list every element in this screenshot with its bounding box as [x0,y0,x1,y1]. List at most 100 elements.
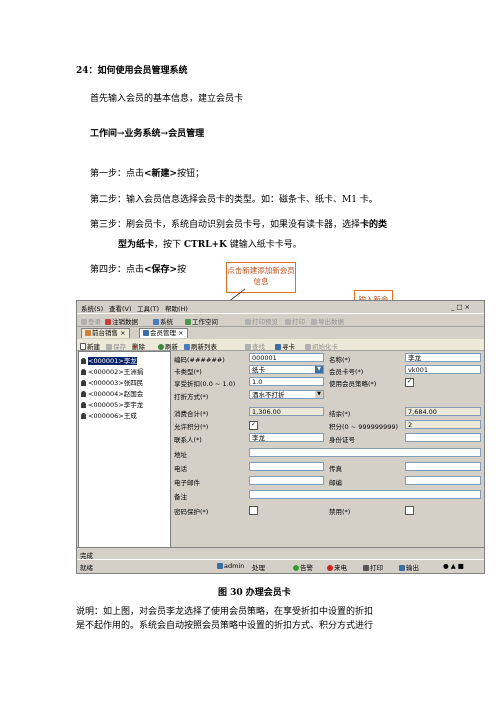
points-field: 2 [405,420,481,429]
list-item[interactable]: <000006>王成 [81,410,137,420]
menu-bar: 系统(S) 查看(V) 工具(T) 帮助(H) _ □ × [77,301,484,313]
chevron-down-icon: ▼ [315,391,323,398]
delete-button[interactable]: ✕ 删除 [132,341,145,351]
member-toolbar: 新建 保存 ✕ 删除 刷新 刷新列表 查找 寻卡 初始化卡 [77,339,484,351]
balance-field: 7,684.00 [405,407,481,416]
phone-label: 电话 [174,465,187,473]
list-item[interactable]: <000001>李龙 [81,355,137,365]
person-icon [81,369,86,375]
note-field[interactable] [249,490,481,499]
points-allow-checkbox[interactable]: ✓ [249,421,258,430]
status-bar-bottom: 就绪 admin 处理 告警 来电 打印 输出 ● ▲ ■ [77,559,484,573]
list-item[interactable]: <000004>赵国会 [81,388,143,398]
fax-field[interactable] [405,462,481,471]
print-status-button[interactable]: 打印 [363,562,383,572]
app-screenshot: 系统(S) 查看(V) 工具(T) 帮助(H) _ □ × 登录 注销数据 系统… [76,300,485,574]
contact-field[interactable]: 李龙 [249,433,324,442]
user-indicator: admin [217,562,244,570]
points-allow-label: 允许积分(*) [174,423,209,431]
seek-card-button[interactable]: 寻卡 [275,341,295,351]
email-label: 电子邮件 [174,479,200,487]
code-field[interactable]: 000001 [249,353,324,362]
email-field[interactable] [249,476,324,485]
workspace-icon [185,319,191,325]
consume-field: 1,306.00 [249,407,324,416]
print-preview-button[interactable]: 打印预览 [245,316,278,326]
delete-icon: ✕ [132,343,138,351]
card-icon [275,344,281,350]
list-item[interactable]: <000002>王洲捐 [81,366,143,376]
discount-field[interactable]: 1.0 [249,377,324,386]
status-bar-top: 完成 [77,547,484,560]
pwd-checkbox[interactable] [249,506,258,515]
zip-field[interactable] [405,476,481,485]
card-no-field[interactable]: vk001 [405,365,481,374]
menu-system[interactable]: 系统(S) [81,303,103,313]
code-label: 编码(######) [174,356,225,364]
name-label: 名称(*) [329,356,351,364]
output-status-button[interactable]: 输出 [399,562,419,572]
zip-label: 邮编 [329,479,342,487]
logout-button[interactable]: 注销数据 [105,316,138,326]
tab-member-management[interactable]: 会员管理 × [139,328,188,338]
card-no-label: 会员卡号(*) [329,368,364,376]
note-label: 备注 [174,493,187,501]
consume-label: 消费合计(*) [174,410,209,418]
print-button[interactable]: 打印 [285,316,305,326]
main-toolbar: 登录 注销数据 系统 工作空间 打印预览 打印 导出数据 [77,313,484,327]
paragraph-line-2: 是不起作用的。系统会自动按照会员策略中设置的折扣方式、积分方式进行 [76,621,374,631]
paragraph-line-1: 说明：如上图，对会员李龙选择了使用会员策略，在享受折扣中设置的折扣 [76,607,374,617]
window-controls[interactable]: _ □ × [451,303,470,311]
preview-icon [245,319,251,325]
new-button[interactable]: 新建 [80,341,100,351]
output-icon [399,565,405,571]
card-type-select[interactable]: 纸卡 ▼ [249,365,324,374]
workspace-button[interactable]: 工作空间 [185,316,218,326]
printer-icon [363,565,369,571]
card-type-label: 卡类型(*) [174,368,202,376]
save-button[interactable]: 保存 [106,341,126,351]
fax-label: 传真 [329,465,342,473]
login-button[interactable]: 登录 [81,316,101,326]
system-button[interactable]: 系统 [153,316,173,326]
disabled-checkbox[interactable] [405,506,414,515]
new-icon [80,343,86,350]
person-icon [81,402,86,408]
address-label: 地址 [174,451,187,459]
find-icon [245,344,251,350]
person-icon [81,391,86,397]
phone-field[interactable] [249,462,324,471]
menu-view[interactable]: 查看(V) [109,303,132,313]
printer-icon [285,319,291,325]
person-icon [81,413,86,419]
address-field[interactable] [249,448,481,457]
mode-label: 打折方式(*) [174,393,209,401]
phone-icon [327,565,333,571]
list-item[interactable]: <000005>李宇龙 [81,399,143,409]
refresh-button[interactable]: 刷新 [158,341,178,351]
points-label: 积分(0 ~ 999999999) [329,423,399,431]
name-field[interactable]: 李龙 [405,353,481,362]
export-button[interactable]: 导出数据 [311,316,344,326]
member-form: 编码(######) 000001 名称(*) 李龙 卡类型(*) 纸卡 ▼ 会员… [171,351,483,547]
incoming-call-button[interactable]: 来电 [327,562,347,572]
find-button[interactable]: 查找 [245,341,265,351]
contact-label: 联系人(*) [174,436,202,444]
pwd-label: 密码保护(*) [174,508,209,516]
discount-mode-select[interactable]: 酒水不打折 ▼ [249,390,324,399]
id-field[interactable] [405,433,481,442]
menu-help[interactable]: 帮助(H) [165,303,188,313]
member-list: <000001>李龙 <000002>王洲捐 <000003>张四民 <0000… [78,351,171,549]
policy-checkbox[interactable]: ✓ [405,378,414,387]
refresh-list-icon [184,344,190,350]
discount-label: 享受折扣(0.0 ~ 1.0) [174,380,236,388]
tab-front-sales[interactable]: 前台销售 × [81,328,130,338]
refresh-list-button[interactable]: 刷新列表 [184,341,217,351]
alarm-button[interactable]: 告警 [293,562,313,572]
list-item[interactable]: <000003>张四民 [81,377,143,387]
chevron-down-icon: ▼ [315,366,323,373]
menu-tools[interactable]: 工具(T) [137,303,159,313]
init-card-button[interactable]: 初始化卡 [305,341,338,351]
process-indicator: 处理 [252,564,265,572]
policy-label: 使用会员策略(*) [329,380,377,388]
